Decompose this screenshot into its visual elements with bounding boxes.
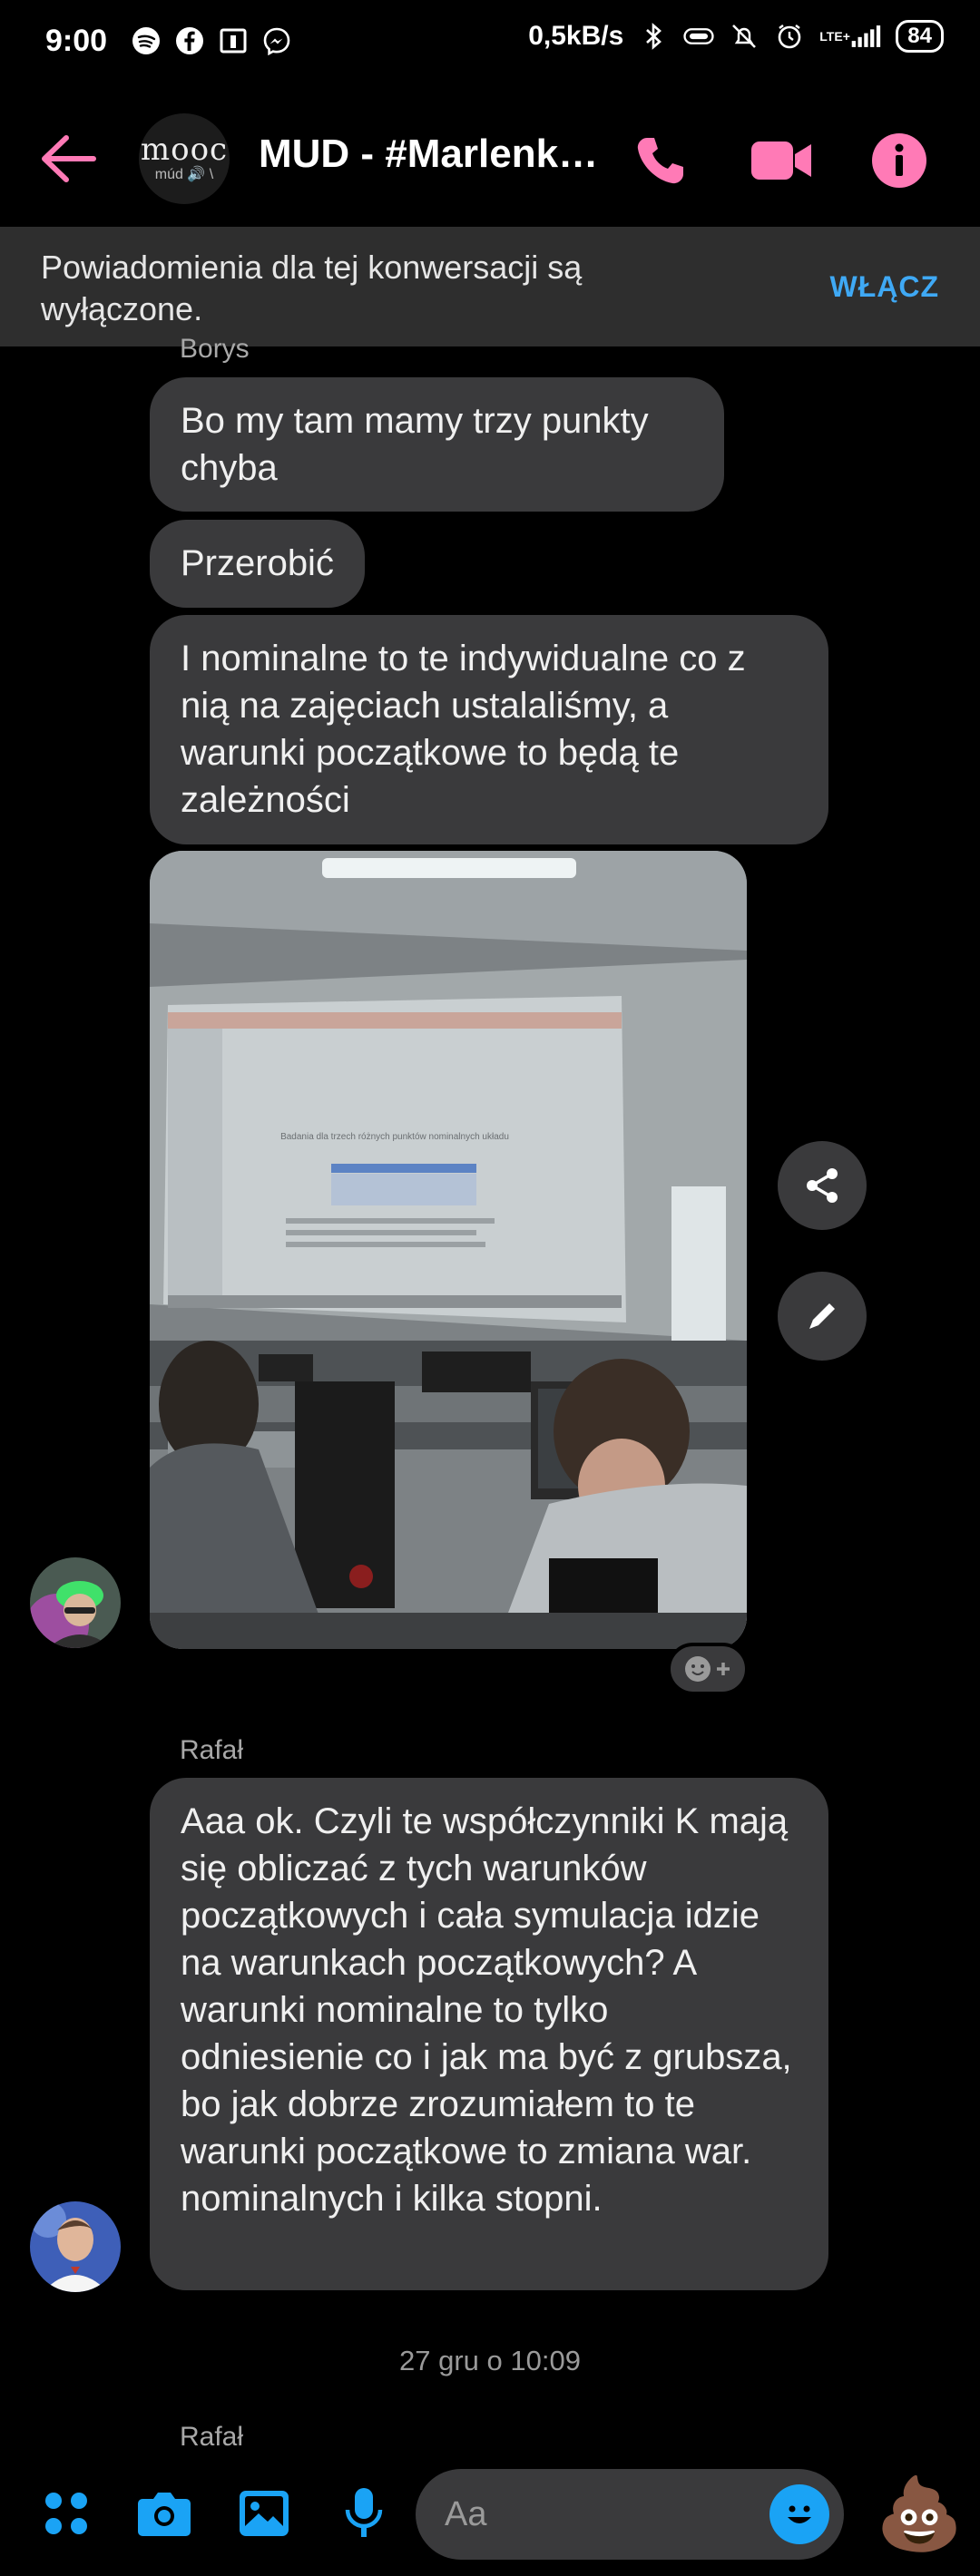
avatar[interactable] [30, 1557, 121, 1648]
camera-icon [138, 2493, 191, 2536]
camera-button[interactable] [134, 2483, 194, 2543]
message-bubble[interactable]: Bo my tam mamy trzy punkty chyba [150, 377, 724, 512]
message-bubble[interactable]: Aaa ok. Czyli te współczynniki K mają si… [150, 1778, 828, 2290]
video-icon [751, 141, 811, 180]
borys-avatar-image [30, 1557, 121, 1648]
photo-slide-title: Badania dla trzech różnych punktów nomin… [280, 1132, 509, 1142]
photo-message[interactable]: Badania dla trzech różnych punktów nomin… [150, 851, 747, 1649]
add-reaction-button[interactable] [667, 1643, 749, 1695]
messenger-icon [261, 25, 292, 56]
sender-name-rafal: Rafał [180, 2422, 244, 2452]
emoji-icon [778, 2493, 821, 2536]
notifications-off-banner: Powiadomienia dla tej konwersacji są wył… [0, 227, 980, 346]
info-button[interactable] [867, 129, 931, 192]
alarm-icon [774, 21, 805, 52]
message-input[interactable] [445, 2491, 744, 2538]
apps-button[interactable] [36, 2483, 96, 2543]
avatar-subtitle: múd 🔊 \ [154, 167, 214, 182]
vr-icon [683, 21, 714, 52]
edit-photo-button[interactable] [778, 1272, 867, 1361]
phone-icon [637, 138, 683, 184]
voice-message-button[interactable] [334, 2483, 394, 2543]
chat-header: mooc múd 🔊 \ MUD - #Marlenka... [0, 100, 980, 218]
signal-icon [850, 21, 881, 52]
share-icon [807, 1168, 838, 1203]
dnd-icon [729, 21, 760, 52]
info-icon [872, 133, 926, 188]
quick-reaction-button[interactable]: 💩 [874, 2469, 965, 2560]
message-timestamp: 27 gru o 10:09 [399, 2345, 581, 2376]
avatar[interactable] [30, 2201, 121, 2292]
emoji-button[interactable] [769, 2484, 829, 2544]
message-bubble[interactable]: Przerobić [150, 520, 365, 608]
notifications-off-text: Powiadomienia dla tej konwersacji są wył… [41, 249, 583, 327]
status-bar: 9:00 0,5kB/s LTE+ 84 [0, 0, 980, 82]
classroom-photo: Badania dla trzech różnych punktów nomin… [150, 851, 747, 1649]
message-input-box[interactable] [416, 2469, 844, 2560]
apps-icon [45, 2493, 87, 2534]
facebook-icon [174, 25, 205, 56]
microphone-icon [345, 2488, 383, 2537]
avatar-logo: mooc [140, 132, 229, 168]
sender-name-rafal: Rafał [180, 1735, 244, 1765]
gallery-button[interactable] [234, 2483, 294, 2543]
audio-call-button[interactable] [629, 129, 692, 192]
conversation-title[interactable]: MUD - #Marlenka... [259, 132, 612, 177]
rafal-avatar-image [30, 2201, 121, 2292]
sender-name-borys: Borys [180, 334, 250, 364]
battery-indicator: 84 [896, 20, 944, 53]
gallery-icon [240, 2491, 289, 2536]
back-button[interactable] [36, 127, 100, 190]
video-call-button[interactable] [750, 129, 813, 192]
pencil-icon [809, 1303, 835, 1329]
group-avatar[interactable]: mooc múd 🔊 \ [139, 113, 230, 204]
network-speed: 0,5kB/s [528, 21, 624, 51]
message-bubble[interactable]: I nominalne to te indywidualne co z nią … [150, 615, 828, 844]
notification-icons [131, 25, 292, 56]
status-right: 0,5kB/s LTE+ 84 [528, 20, 944, 53]
turn-on-notifications-button[interactable]: WŁĄCZ [829, 270, 939, 304]
status-time: 9:00 [45, 23, 108, 58]
spotify-icon [131, 25, 162, 56]
network-type: LTE+ [819, 29, 850, 44]
message-composer: 💩 [0, 2449, 980, 2576]
app-icon [218, 25, 249, 56]
share-photo-button[interactable] [778, 1141, 867, 1230]
add-emoji-icon [685, 1656, 730, 1682]
bluetooth-icon [638, 21, 669, 52]
arrow-left-icon [42, 135, 96, 182]
